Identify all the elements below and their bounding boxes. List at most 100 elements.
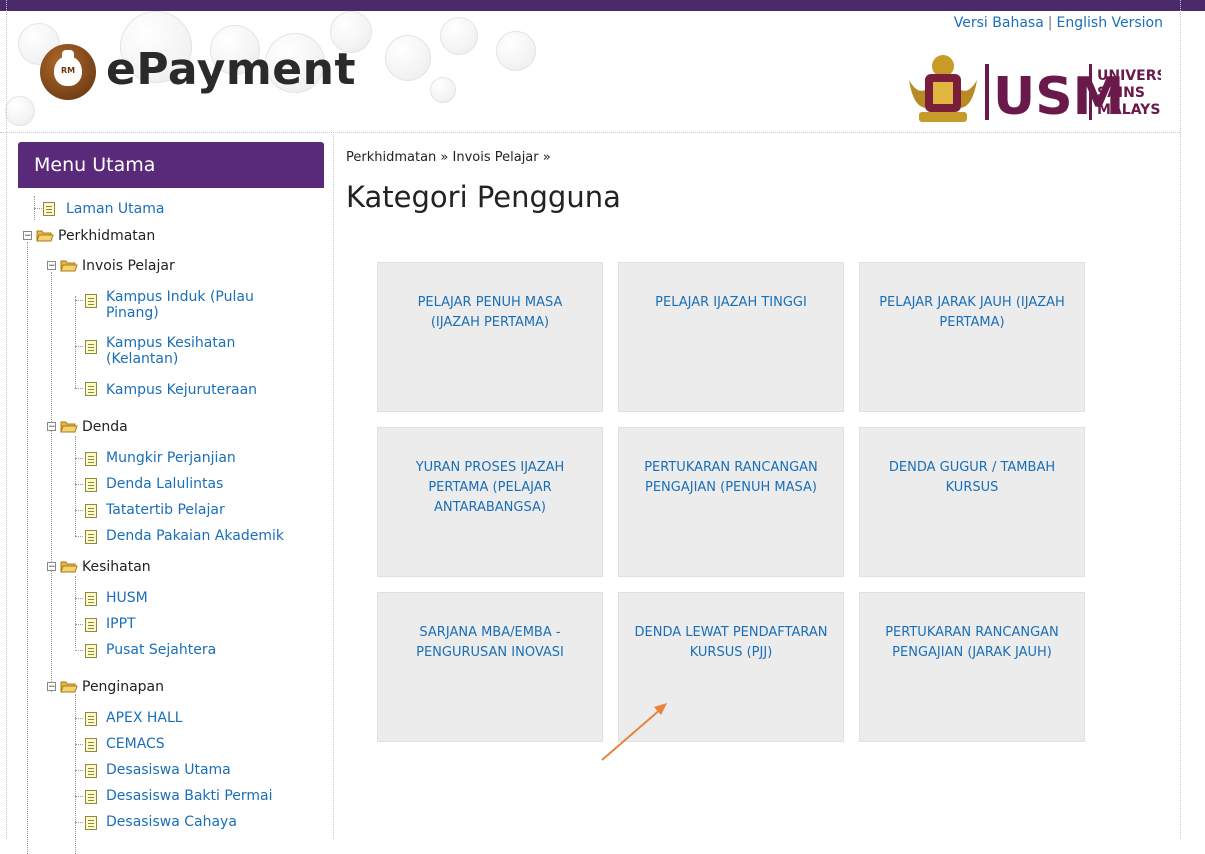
menu-item-label[interactable]: Mungkir Perjanjian [106, 450, 236, 466]
page-title: Kategori Pengguna [346, 180, 621, 214]
menu-item-laman-utama[interactable]: Laman Utama [66, 198, 164, 220]
menu-item-label[interactable]: IPPT [106, 616, 136, 632]
menu-item-desasiswa-bakti-permai[interactable]: Desasiswa Bakti Permai [106, 785, 273, 807]
uni-line-1: UNIVERSITI [1097, 68, 1161, 84]
tree-guide [75, 510, 83, 511]
page-icon [85, 764, 97, 778]
menu-item-label[interactable]: Kampus Induk (Pulau Pinang) [106, 289, 254, 321]
tree-guide [75, 346, 83, 347]
menu-item-tatatertib-pelajar[interactable]: Tatatertib Pelajar [106, 499, 225, 521]
menu-item-invois-pelajar[interactable]: Invois Pelajar [82, 255, 175, 277]
page-icon [85, 816, 97, 830]
menu-item-label[interactable]: Denda [82, 419, 128, 435]
menu-item-husm[interactable]: HUSM [106, 587, 148, 609]
menu-item-kesihatan[interactable]: Kesihatan [82, 556, 151, 578]
category-card-yuran-proses[interactable]: YURAN PROSES IJAZAH PERTAMA (PELAJAR ANT… [377, 427, 603, 577]
menu-item-label[interactable]: Penginapan [82, 679, 164, 695]
lang-english-link[interactable]: English Version [1057, 15, 1163, 31]
menu-item-desasiswa-utama[interactable]: Desasiswa Utama [106, 759, 231, 781]
page-icon [85, 738, 97, 752]
page-icon [85, 478, 97, 492]
epayment-brand[interactable]: ePayment [106, 44, 356, 95]
tree-guide [75, 388, 83, 389]
tree-guide [75, 650, 83, 651]
menu-item-label[interactable]: APEX HALL [106, 710, 183, 726]
collapse-toggle-icon[interactable]: − [47, 562, 56, 572]
category-card-pertukaran-penuh-masa[interactable]: PERTUKARAN RANCANGAN PENGAJIAN (PENUH MA… [618, 427, 844, 577]
menu-item-label[interactable]: Tatatertib Pelajar [106, 502, 225, 518]
category-card-denda-lewat-pendaftaran[interactable]: DENDA LEWAT PENDAFTARAN KURSUS (PJJ) [618, 592, 844, 742]
menu-item-label[interactable]: HUSM [106, 590, 148, 606]
tree-guide [75, 300, 83, 301]
collapse-toggle-icon[interactable]: − [47, 422, 56, 432]
header-divider [0, 132, 1180, 133]
menu-item-label[interactable]: Denda Pakaian Akademik [106, 528, 284, 544]
collapse-toggle-icon[interactable]: − [47, 261, 56, 271]
menu-item-pusat-sejahtera[interactable]: Pusat Sejahtera [106, 639, 216, 661]
menu-item-label[interactable]: Kampus Kesihatan (Kelantan) [106, 335, 235, 367]
main-menu-header: Menu Utama [18, 142, 324, 188]
category-card-pelajar-penuh-masa[interactable]: PELAJAR PENUH MASA (IJAZAH PERTAMA) [377, 262, 603, 412]
page-icon [43, 202, 55, 216]
menu-item-denda-pakaian-akademik[interactable]: Denda Pakaian Akademik [106, 525, 284, 547]
menu-item-label[interactable]: Denda Lalulintas [106, 476, 223, 492]
menu-item-kampus-induk[interactable]: Kampus Induk (Pulau Pinang) [106, 289, 306, 321]
menu-item-label[interactable]: Invois Pelajar [82, 258, 175, 274]
menu-item-label[interactable]: Kampus Kejuruteraan [106, 382, 257, 398]
tree-guide [75, 744, 83, 745]
decorative-bubble [5, 96, 35, 126]
menu-item-kampus-kesihatan[interactable]: Kampus Kesihatan (Kelantan) [106, 335, 306, 367]
tree-guide [75, 536, 83, 537]
page-icon [85, 382, 97, 396]
menu-item-label[interactable]: Desasiswa Utama [106, 762, 231, 778]
top-accent-bar [0, 0, 1205, 11]
tree-guide [51, 272, 52, 692]
page-border-right [1180, 0, 1181, 839]
menu-item-kampus-kejuruteraan[interactable]: Kampus Kejuruteraan [106, 379, 257, 401]
decorative-bubble [430, 77, 456, 103]
menu-item-desasiswa-cahaya[interactable]: Desasiswa Cahaya [106, 811, 237, 833]
tree-guide [75, 484, 83, 485]
language-switcher: Versi Bahasa | English Version [954, 15, 1163, 31]
page-icon [85, 504, 97, 518]
menu-item-label[interactable]: Perkhidmatan [58, 228, 155, 244]
menu-item-denda-lalulintas[interactable]: Denda Lalulintas [106, 473, 223, 495]
menu-item-label[interactable]: Laman Utama [66, 201, 164, 217]
lang-separator: | [1047, 15, 1053, 31]
menu-item-apex-hall[interactable]: APEX HALL [106, 707, 183, 729]
folder-open-icon [60, 561, 78, 573]
category-card-denda-gugur-tambah[interactable]: DENDA GUGUR / TAMBAH KURSUS [859, 427, 1085, 577]
menu-item-label[interactable]: Pusat Sejahtera [106, 642, 216, 658]
menu-item-perkhidmatan[interactable]: Perkhidmatan [58, 225, 155, 247]
page-border-left [6, 0, 7, 839]
menu-item-label[interactable]: Desasiswa Bakti Permai [106, 788, 273, 804]
collapse-toggle-icon[interactable]: − [23, 231, 32, 241]
lang-malay-link[interactable]: Versi Bahasa [954, 15, 1044, 31]
tree-guide [75, 822, 83, 823]
folder-open-icon [60, 260, 78, 272]
page-icon [85, 530, 97, 544]
tree-guide [75, 598, 83, 599]
folder-open-icon [36, 230, 54, 242]
collapse-toggle-icon[interactable]: − [47, 682, 56, 692]
category-card-pertukaran-jarak-jauh[interactable]: PERTUKARAN RANCANGAN PENGAJIAN (JARAK JA… [859, 592, 1085, 742]
decorative-bubble [440, 17, 478, 55]
menu-item-label[interactable]: CEMACS [106, 736, 165, 752]
category-card-sarjana-mba[interactable]: SARJANA MBA/EMBA - PENGURUSAN INOVASI [377, 592, 603, 742]
page-icon [85, 644, 97, 658]
tree-guide [75, 436, 76, 536]
tree-guide [75, 576, 76, 648]
category-card-pelajar-ijazah-tinggi[interactable]: PELAJAR IJAZAH TINGGI [618, 262, 844, 412]
menu-item-ippt[interactable]: IPPT [106, 613, 136, 635]
menu-item-label[interactable]: Desasiswa Cahaya [106, 814, 237, 830]
page-icon [85, 790, 97, 804]
menu-item-denda[interactable]: Denda [82, 416, 128, 438]
category-card-pelajar-jarak-jauh[interactable]: PELAJAR JARAK JAUH (IJAZAH PERTAMA) [859, 262, 1085, 412]
menu-item-label[interactable]: Kesihatan [82, 559, 151, 575]
menu-item-mungkir-perjanjian[interactable]: Mungkir Perjanjian [106, 447, 236, 469]
page-icon [85, 712, 97, 726]
folder-open-icon [60, 421, 78, 433]
menu-item-cemacs[interactable]: CEMACS [106, 733, 165, 755]
sidebar-divider [333, 132, 334, 839]
menu-item-penginapan[interactable]: Penginapan [82, 676, 164, 698]
